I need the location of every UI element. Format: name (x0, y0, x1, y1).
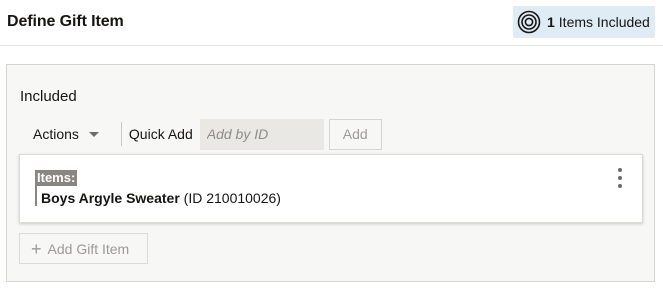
target-icon (516, 9, 542, 35)
quick-add-input[interactable] (199, 118, 324, 150)
quick-add-label: Quick Add (128, 126, 193, 142)
items-card: Items: Boys Argyle Sweater (ID 210010026… (19, 154, 643, 223)
more-options-icon[interactable] (612, 168, 628, 188)
actions-label: Actions (33, 126, 79, 142)
add-button[interactable]: Add (328, 118, 382, 150)
add-gift-item-button[interactable]: + Add Gift Item (19, 233, 148, 264)
toolbar-divider (120, 122, 122, 146)
included-title: Included (20, 88, 77, 105)
item-name: Boys Argyle Sweater (41, 190, 180, 206)
actions-menu-button[interactable]: Actions (19, 119, 107, 149)
items-included-badge: 1 Items Included (513, 6, 655, 38)
list-item: Boys Argyle Sweater (ID 210010026) (41, 190, 281, 206)
items-included-count: 1 (547, 14, 555, 30)
items-label: Items: (35, 170, 78, 186)
add-gift-item-label: Add Gift Item (47, 240, 130, 257)
items-marker (35, 186, 37, 206)
page-title: Define Gift Item (7, 13, 124, 30)
page-header: Define Gift Item 1 Items Included (0, 0, 663, 46)
included-toolbar: Actions Quick Add Add (19, 118, 382, 150)
included-panel: Included Actions Quick Add Add Items: Bo… (6, 64, 655, 282)
plus-icon: + (31, 238, 42, 259)
caret-down-icon (88, 131, 99, 137)
items-included-text: 1 Items Included (547, 14, 650, 30)
item-id: (ID 210010026) (183, 190, 281, 206)
items-included-label: Items Included (558, 14, 650, 30)
